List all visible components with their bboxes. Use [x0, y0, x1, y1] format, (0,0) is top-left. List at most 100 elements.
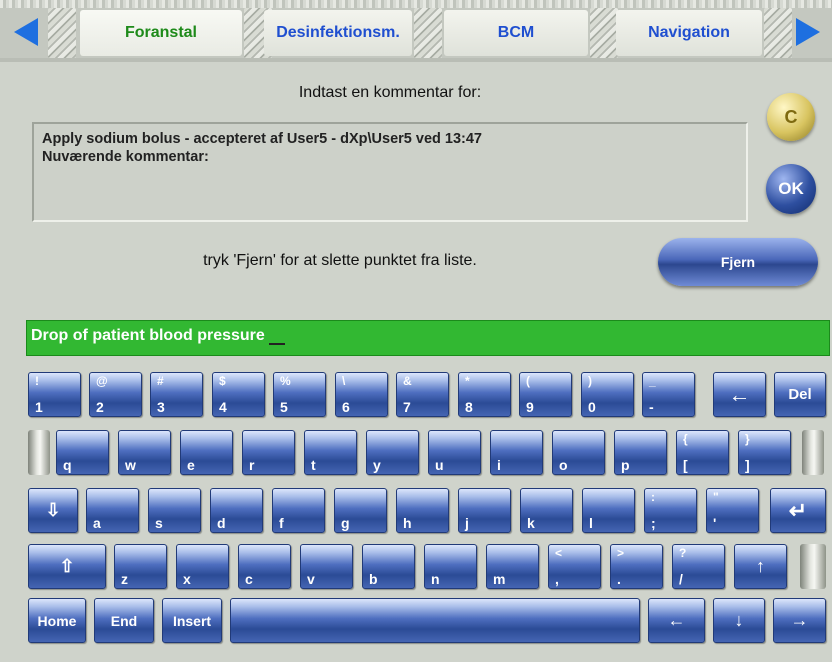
key-5[interactable]: % 5 [273, 372, 326, 417]
key-p[interactable]: p [614, 430, 667, 475]
key-w[interactable]: w [118, 430, 171, 475]
key-u[interactable]: u [428, 430, 481, 475]
key-enter[interactable]: ↵ [770, 488, 826, 533]
key-top: $ [219, 374, 226, 388]
key-arrow-left[interactable]: ← [648, 598, 705, 643]
key-bottom: / [679, 571, 683, 587]
key-l[interactable]: l [582, 488, 635, 533]
key-c[interactable]: c [238, 544, 291, 589]
key-bottom: r [249, 457, 255, 473]
key-bottom: z [121, 571, 128, 587]
key-bottom: 6 [342, 399, 350, 415]
key-1[interactable]: ! 1 [28, 372, 81, 417]
key-v[interactable]: v [300, 544, 353, 589]
key-r[interactable]: r [242, 430, 295, 475]
key-period[interactable]: >. [610, 544, 663, 589]
key-bottom: g [341, 515, 350, 531]
key-7[interactable]: & 7 [396, 372, 449, 417]
key-bottom: h [403, 515, 412, 531]
shift-icon: ⇧ [59, 556, 75, 576]
key-m[interactable]: m [486, 544, 539, 589]
key-a[interactable]: a [86, 488, 139, 533]
key-arrow-down[interactable]: ↓ [713, 598, 765, 643]
key-y[interactable]: y [366, 430, 419, 475]
key-bottom: q [63, 457, 72, 473]
key-bottom: 2 [96, 399, 104, 415]
key-d[interactable]: d [210, 488, 263, 533]
arrow-right-icon[interactable] [796, 18, 820, 46]
key-0[interactable]: ) 0 [581, 372, 634, 417]
keyboard-side-handle-right [802, 430, 824, 475]
key-g[interactable]: g [334, 488, 387, 533]
key-bottom: s [155, 515, 163, 531]
tab-bcm[interactable]: BCM [444, 10, 588, 56]
tab-foranstal[interactable]: Foranstal [80, 10, 242, 56]
key-space[interactable] [230, 598, 640, 643]
key-bottom: k [527, 515, 535, 531]
key-bracket-right[interactable]: }] [738, 430, 791, 475]
key-arrow-up[interactable]: ↑ [734, 544, 787, 589]
key-insert[interactable]: Insert [162, 598, 222, 643]
key-bottom: f [279, 515, 284, 531]
key-f[interactable]: f [272, 488, 325, 533]
arrow-right-icon: → [790, 610, 809, 630]
key-minus[interactable]: _ - [642, 372, 695, 417]
key-bottom: u [435, 457, 444, 473]
remove-button[interactable]: Fjern [658, 238, 818, 286]
key-3[interactable]: #3 [150, 372, 203, 417]
key-bottom: o [559, 457, 568, 473]
key-semicolon[interactable]: :; [644, 488, 697, 533]
key-x[interactable]: x [176, 544, 229, 589]
key-caps-lock[interactable]: ⇩ [28, 488, 78, 533]
key-8[interactable]: * 8 [458, 372, 511, 417]
key-arrow-right[interactable]: → [773, 598, 826, 643]
key-bottom: ' [713, 515, 717, 531]
comment-line-1: Apply sodium bolus - accepteret af User5… [42, 131, 482, 147]
tab-desinfektionsm[interactable]: Desinfektionsm. [264, 10, 412, 56]
key-i[interactable]: i [490, 430, 543, 475]
key-b[interactable]: b [362, 544, 415, 589]
key-top: # [157, 374, 164, 388]
tab-navigation[interactable]: Navigation [616, 10, 762, 56]
key-q[interactable]: q [56, 430, 109, 475]
key-bottom: b [369, 571, 378, 587]
key-slash[interactable]: ? / [672, 544, 725, 589]
key-del[interactable]: Del [774, 372, 826, 417]
key-comma[interactable]: <, [548, 544, 601, 589]
key-k[interactable]: k [520, 488, 573, 533]
key-home[interactable]: Home [28, 598, 86, 643]
key-n[interactable]: n [424, 544, 477, 589]
key-top: > [617, 546, 625, 560]
key-o[interactable]: o [552, 430, 605, 475]
key-label: Insert [172, 612, 212, 629]
text-entry-value: Drop of patient blood pressure [31, 327, 265, 344]
key-label: Del [788, 386, 812, 403]
key-top: } [745, 432, 750, 446]
key-9[interactable]: (9 [519, 372, 572, 417]
key-shift[interactable]: ⇧ [28, 544, 106, 589]
key-z[interactable]: z [114, 544, 167, 589]
key-top: & [403, 374, 412, 388]
clear-button[interactable]: C [767, 93, 815, 141]
key-end[interactable]: End [94, 598, 154, 643]
key-bottom: - [649, 399, 654, 415]
key-t[interactable]: t [304, 430, 357, 475]
key-quote[interactable]: " ' [706, 488, 759, 533]
tab-separator [414, 8, 442, 58]
key-4[interactable]: $4 [212, 372, 265, 417]
key-label: Home [37, 612, 77, 629]
ok-button[interactable]: OK [766, 164, 816, 214]
arrow-left-icon[interactable] [14, 18, 38, 46]
key-2[interactable]: @2 [89, 372, 142, 417]
key-backspace[interactable]: ← [713, 372, 766, 417]
key-top: ) [588, 374, 592, 388]
key-bracket-left[interactable]: {[ [676, 430, 729, 475]
key-6[interactable]: \ 6 [335, 372, 388, 417]
key-j[interactable]: j [458, 488, 511, 533]
key-s[interactable]: s [148, 488, 201, 533]
text-entry-field[interactable]: Drop of patient blood pressure [26, 320, 830, 356]
key-h[interactable]: h [396, 488, 449, 533]
key-bottom: n [431, 571, 440, 587]
comment-box: Apply sodium bolus - accepteret af User5… [32, 122, 748, 222]
key-e[interactable]: e [180, 430, 233, 475]
